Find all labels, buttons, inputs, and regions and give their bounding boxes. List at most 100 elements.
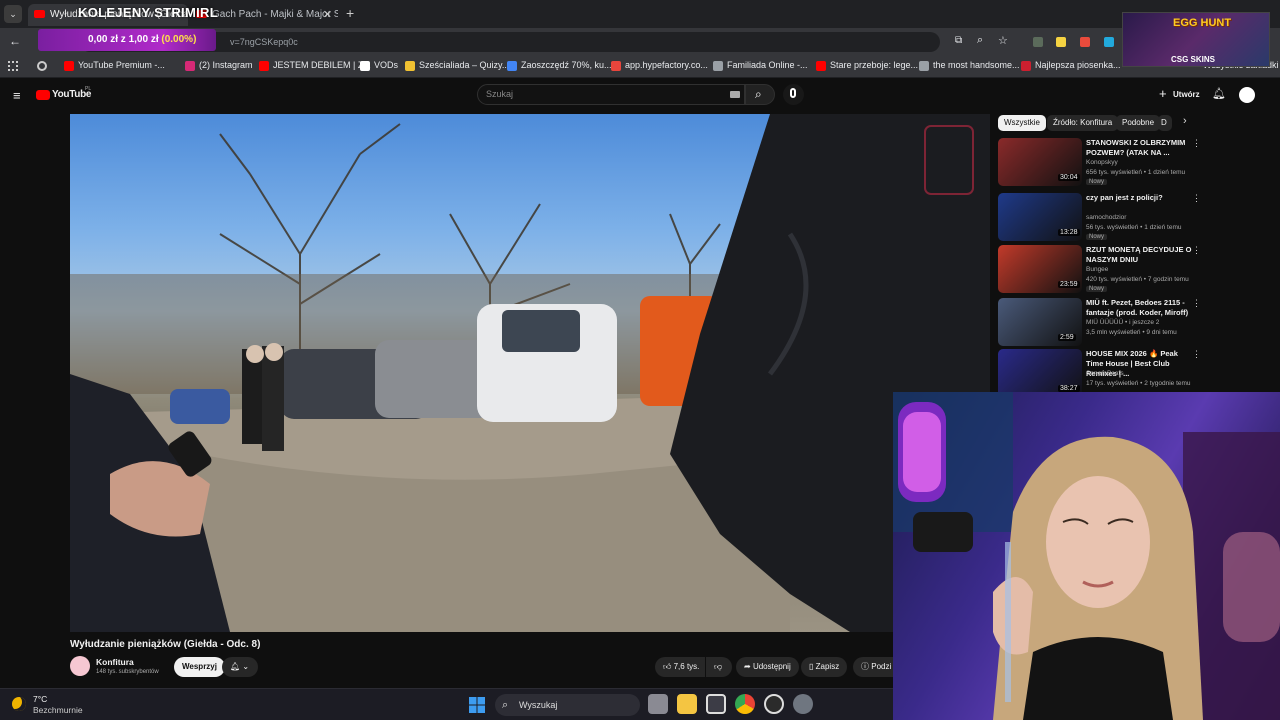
windows-taskbar: 7°C Bezchmurnie ⌕ Wyszukaj — [0, 688, 893, 720]
chip-more[interactable]: D — [1158, 115, 1172, 131]
back-arrow-icon[interactable]: ← — [9, 34, 21, 48]
install-icon[interactable]: ⧉ — [955, 35, 962, 46]
settings-gear-icon[interactable] — [793, 694, 813, 714]
channel-avatar[interactable] — [70, 656, 90, 676]
voice-search-button[interactable] — [783, 84, 804, 105]
search-button[interactable]: ⌕ — [745, 84, 775, 105]
windows-start-icon[interactable] — [469, 697, 485, 713]
bookmark-label: the most handsome... — [933, 60, 1020, 70]
video-duration: 2:59 — [1058, 334, 1076, 341]
video-title[interactable]: czy pan jest z policji? — [1086, 193, 1192, 203]
extension-icon[interactable] — [1080, 37, 1090, 47]
search-input[interactable]: Szukaj — [477, 84, 745, 105]
video-title[interactable]: MIÜ ft. Pezet, Bedoes 2115 - fantazje (p… — [1086, 298, 1192, 318]
more-vert-icon[interactable]: ⋮ — [1192, 193, 1201, 204]
chips-next-chevron-icon[interactable]: › — [1183, 115, 1187, 127]
tab-search-button[interactable]: ⌄ — [4, 5, 22, 23]
zoom-icon[interactable]: ⌕ — [977, 34, 983, 47]
bookmark-favicon-icon — [713, 61, 723, 71]
bookmark-item[interactable]: Zaoszczędź 70%, ku... — [507, 60, 612, 71]
file-explorer-icon[interactable] — [677, 694, 697, 714]
bookmark-label: VODs — [374, 60, 399, 70]
save-button[interactable]: ▯ Zapisz — [801, 657, 848, 677]
bookmark-favicon-icon — [1021, 61, 1031, 71]
video-channel[interactable]: SonoraBeats — [1086, 370, 1124, 377]
channel-name[interactable]: Konfitura — [96, 657, 134, 667]
close-tab-icon[interactable]: ✕ — [323, 4, 332, 26]
task-view-icon[interactable] — [648, 694, 668, 714]
bookmark-favicon-icon — [185, 61, 195, 71]
bookmark-star-icon[interactable]: ☆ — [998, 34, 1008, 47]
bookmark-label: Najlepsza piosenka... — [1035, 60, 1121, 70]
create-plus-icon[interactable]: + — [1159, 86, 1167, 101]
recommended-video[interactable]: 13:28 czy pan jest z policji? samochodzior… — [998, 193, 1201, 243]
bookmark-label: JESTEM DEBILEM | Z... — [273, 60, 371, 70]
chrome-icon[interactable] — [735, 694, 755, 714]
more-vert-icon[interactable]: ⋮ — [1192, 138, 1201, 149]
video-frame — [70, 114, 990, 632]
youtube-favicon-icon — [34, 10, 45, 18]
hamburger-menu-icon[interactable]: ≡ — [13, 88, 21, 103]
video-title[interactable]: RZUT MONETĄ DECYDUJE O NASZYM DNIU — [1086, 245, 1192, 265]
webcam-frame — [893, 392, 1280, 720]
search-placeholder: Szukaj — [486, 89, 514, 99]
new-tab-button[interactable]: + — [346, 5, 354, 21]
bookmark-item[interactable]: Familiada Online -... — [713, 60, 808, 71]
more-vert-icon[interactable]: ⋮ — [1192, 349, 1201, 360]
weather-description[interactable]: Bezchmurnie — [33, 705, 83, 715]
taskbar-search-input[interactable]: ⌕ Wyszukaj — [495, 694, 640, 716]
recommended-video[interactable]: 30:04 STANOWSKI Z OLBRZYMIM POZWEM? (ATAK… — [998, 138, 1201, 188]
bookmark-item[interactable]: Sześcialiada – Quizy... — [405, 60, 510, 71]
more-button[interactable]: ⓘ Podzi — [853, 657, 893, 677]
recommended-video[interactable]: 23:59 RZUT MONETĄ DECYDUJE O NASZYM DNIU B… — [998, 245, 1201, 295]
video-title[interactable]: STANOWSKI Z OLBRZYMIM POZWEM? (ATAK NA .… — [1086, 138, 1192, 158]
bookmark-label: Zaoszczędź 70%, ku... — [521, 60, 612, 70]
video-channel[interactable]: Bungee — [1086, 266, 1108, 273]
chip-all[interactable]: Wszystkie — [998, 115, 1046, 131]
video-duration: 38:27 — [1058, 385, 1080, 392]
bookmark-label: Sześcialiada – Quizy... — [419, 60, 510, 70]
bookmark-favicon-icon — [816, 61, 826, 71]
bookmark-item[interactable]: JESTEM DEBILEM | Z... — [259, 60, 371, 71]
chip-source[interactable]: Źródło: Konfitura — [1047, 115, 1119, 131]
bookmark-item[interactable]: the most handsome... — [919, 60, 1020, 71]
youtube-logo-icon[interactable] — [36, 90, 50, 100]
bell-icon: 🔔︎ ⌄ — [230, 662, 250, 671]
bookmark-item[interactable]: YouTube Premium -... — [64, 60, 165, 71]
apps-grid-icon[interactable] — [8, 61, 18, 71]
egg-hunt-title: EGG HUNT — [1173, 17, 1232, 29]
notifications-bell-icon[interactable]: 🔔︎ — [1212, 87, 1226, 100]
new-badge: Nowy — [1086, 234, 1108, 240]
bookmark-item[interactable]: Najlepsza piosenka... — [1021, 60, 1121, 71]
more-vert-icon[interactable]: ⋮ — [1192, 298, 1201, 309]
video-player[interactable] — [70, 114, 990, 632]
like-button[interactable]: 👍︎ 7,6 tys. — [655, 657, 705, 677]
support-button[interactable]: Wesprzyj — [174, 657, 225, 677]
extension-icon[interactable] — [1104, 37, 1114, 47]
bookmark-item[interactable]: (2) Instagram — [185, 60, 253, 71]
chip-similar[interactable]: Podobne — [1116, 115, 1161, 131]
share-button[interactable]: ➦ Udostępnij — [736, 657, 799, 677]
notification-bell-button[interactable]: 🔔︎ ⌄ — [222, 657, 258, 677]
obs-icon[interactable] — [764, 694, 784, 714]
video-meta: 420 tys. wyświetleń • 7 godzin temu — [1086, 276, 1189, 283]
video-channel[interactable]: MIÜ ÜÜÜÜÜ • i jeszcze 2 — [1086, 319, 1159, 326]
weather-moon-icon[interactable] — [12, 697, 26, 711]
dislike-button[interactable]: 👎︎ — [706, 657, 732, 677]
keyboard-icon[interactable] — [730, 91, 740, 98]
recommended-video[interactable]: 2:59 MIÜ ft. Pezet, Bedoes 2115 - fantazj… — [998, 298, 1201, 348]
bookmark-item[interactable]: Stare przeboje: lege... — [816, 60, 919, 71]
extension-icon[interactable] — [1033, 37, 1043, 47]
more-vert-icon[interactable]: ⋮ — [1192, 245, 1201, 256]
video-channel[interactable]: samochodzior — [1086, 214, 1126, 221]
bookmark-item[interactable]: VODs — [360, 60, 399, 71]
store-icon[interactable] — [706, 694, 726, 714]
bookmark-icon[interactable] — [37, 61, 47, 71]
weather-temperature[interactable]: 7°C — [33, 694, 47, 704]
extension-icon[interactable] — [1056, 37, 1066, 47]
create-button[interactable]: Utwórz — [1173, 90, 1200, 99]
avatar[interactable] — [1239, 87, 1255, 103]
bookmark-item[interactable]: app.hypefactory.co... — [611, 60, 708, 71]
video-channel[interactable]: Konopskyy — [1086, 159, 1118, 166]
bookmark-label: Stare przeboje: lege... — [830, 60, 919, 70]
